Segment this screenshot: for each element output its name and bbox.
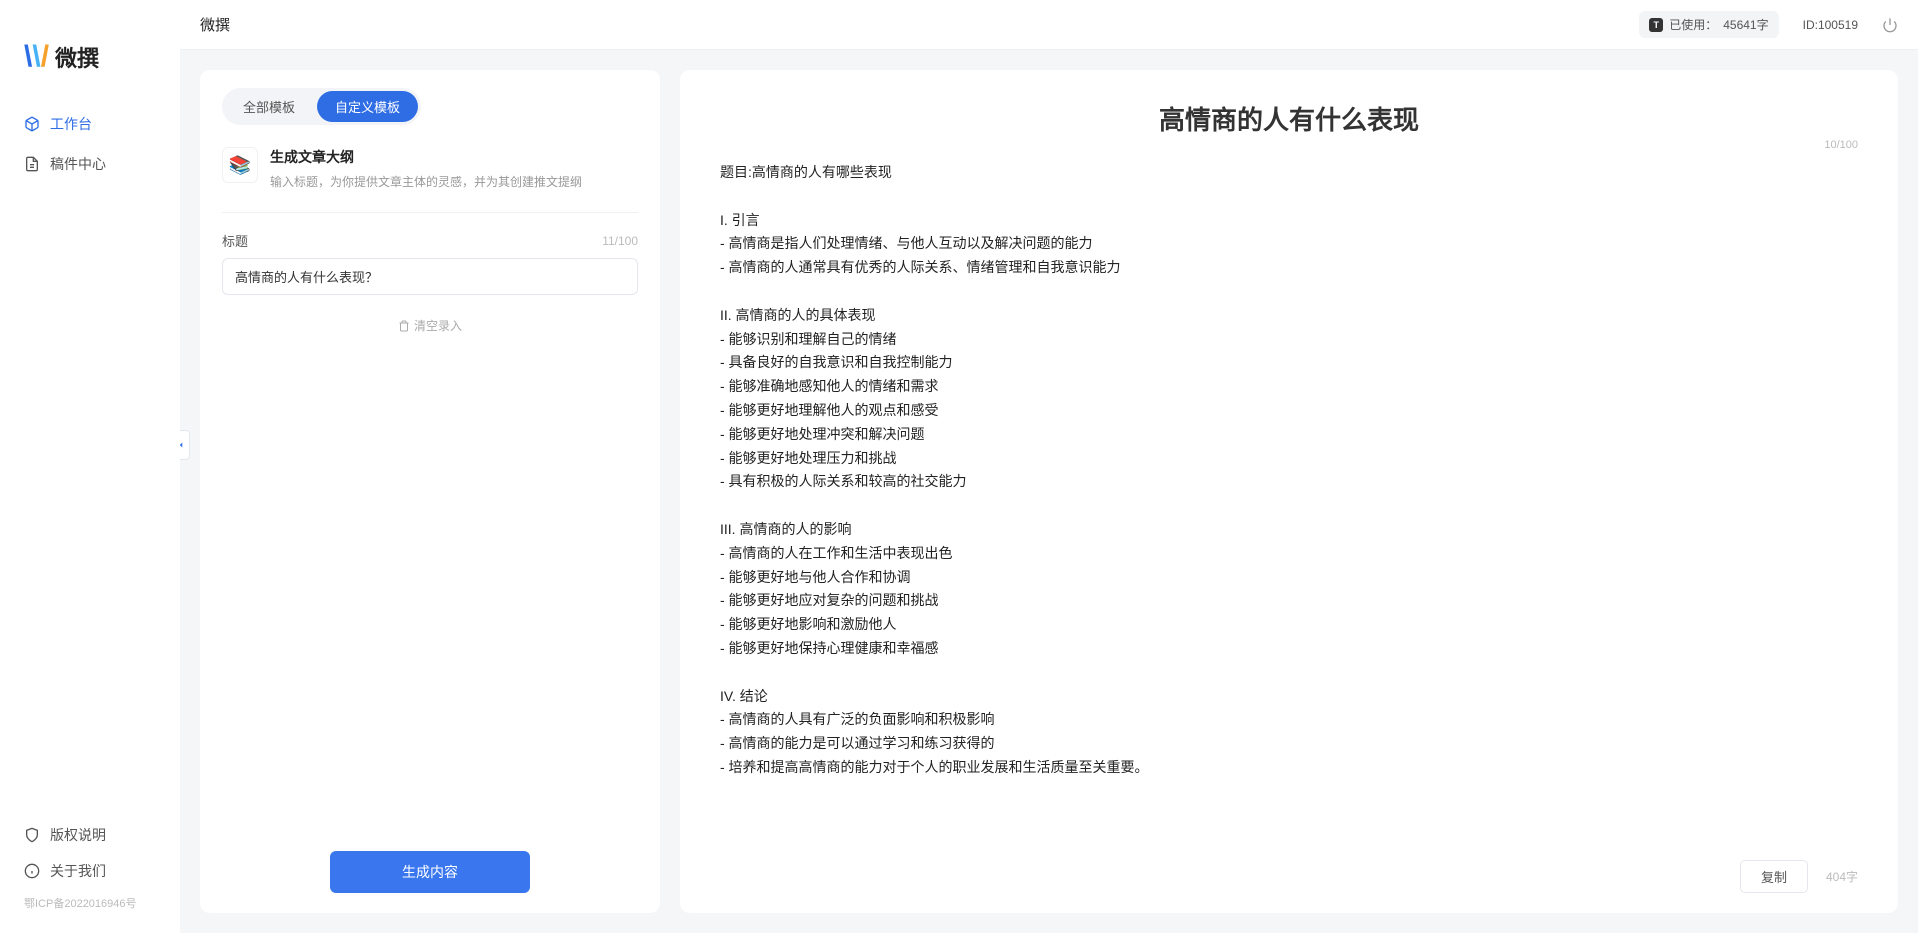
nav-label: 稿件中心	[50, 154, 106, 174]
divider	[222, 212, 638, 213]
main: 微撰 T 已使用： 45641字 ID:100519 全部模板	[180, 0, 1918, 933]
collapse-handle[interactable]	[180, 430, 190, 460]
body-char-count: 404字	[1826, 868, 1858, 885]
chevron-left-icon	[180, 440, 186, 450]
logo: \\/ 微撰	[0, 30, 180, 104]
topbar-title: 微撰	[200, 14, 230, 35]
generate-button[interactable]: 生成内容	[330, 851, 530, 893]
template-title: 生成文章大纲	[270, 147, 582, 167]
cube-icon	[24, 116, 40, 132]
doc-title[interactable]: 高情商的人有什么表现	[720, 100, 1858, 137]
title-label: 标题	[222, 231, 248, 250]
template-thumb-icon: 📚	[222, 147, 258, 183]
right-footer: 复制 404字	[720, 846, 1858, 893]
nav-item-copyright[interactable]: 版权说明	[0, 817, 180, 853]
icp-text: 鄂ICP备2022016946号	[0, 889, 180, 923]
doc-title-count: 10/100	[1824, 139, 1858, 151]
logo-text: 微撰	[55, 41, 99, 73]
copy-button[interactable]: 复制	[1740, 860, 1808, 893]
left-panel: 全部模板 自定义模板 📚 生成文章大纲 输入标题，为你提供文章主体的灵感，并为其…	[200, 70, 660, 913]
title-char-count: 11/100	[602, 234, 638, 248]
nav-item-workspace[interactable]: 工作台	[0, 104, 180, 144]
right-panel: 高情商的人有什么表现 10/100 题目:高情商的人有哪些表现 I. 引言 - …	[680, 70, 1898, 913]
logo-mark: \\/	[24, 40, 49, 74]
trash-icon	[398, 320, 410, 332]
nav-item-drafts[interactable]: 稿件中心	[0, 144, 180, 184]
doc-title-row: 高情商的人有什么表现 10/100	[720, 100, 1858, 137]
text-icon: T	[1649, 18, 1663, 32]
tab-custom-templates[interactable]: 自定义模板	[317, 91, 418, 122]
template-card: 📚 生成文章大纲 输入标题，为你提供文章主体的灵感，并为其创建推文提纲	[222, 147, 638, 190]
nav-label: 版权说明	[50, 825, 106, 845]
sidebar-bottom: 版权说明 关于我们 鄂ICP备2022016946号	[0, 811, 180, 933]
title-input[interactable]	[222, 258, 638, 295]
tab-all-templates[interactable]: 全部模板	[225, 91, 313, 122]
nav-label: 工作台	[50, 114, 92, 134]
user-id: ID:100519	[1803, 18, 1858, 32]
content: 全部模板 自定义模板 📚 生成文章大纲 输入标题，为你提供文章主体的灵感，并为其…	[180, 50, 1918, 933]
sidebar: \\/ 微撰 工作台 稿件中心 版权说明	[0, 0, 180, 933]
nav-item-about[interactable]: 关于我们	[0, 853, 180, 889]
title-label-row: 标题 11/100	[222, 231, 638, 250]
power-icon[interactable]	[1882, 17, 1898, 33]
template-desc: 输入标题，为你提供文章主体的灵感，并为其创建推文提纲	[270, 173, 582, 190]
template-tabs: 全部模板 自定义模板	[222, 88, 421, 125]
shield-icon	[24, 827, 40, 843]
clear-input-button[interactable]: 清空录入	[222, 317, 638, 334]
clear-label: 清空录入	[414, 317, 462, 334]
info-icon	[24, 863, 40, 879]
usage-pill[interactable]: T 已使用： 45641字	[1639, 11, 1778, 38]
topbar: 微撰 T 已使用： 45641字 ID:100519	[180, 0, 1918, 50]
usage-value: 45641字	[1723, 16, 1768, 33]
nav: 工作台 稿件中心	[0, 104, 180, 811]
topbar-right: T 已使用： 45641字 ID:100519	[1639, 11, 1898, 38]
document-icon	[24, 156, 40, 172]
nav-label: 关于我们	[50, 861, 106, 881]
doc-body[interactable]: 题目:高情商的人有哪些表现 I. 引言 - 高情商是指人们处理情绪、与他人互动以…	[720, 161, 1858, 846]
usage-label: 已使用：	[1669, 16, 1717, 33]
